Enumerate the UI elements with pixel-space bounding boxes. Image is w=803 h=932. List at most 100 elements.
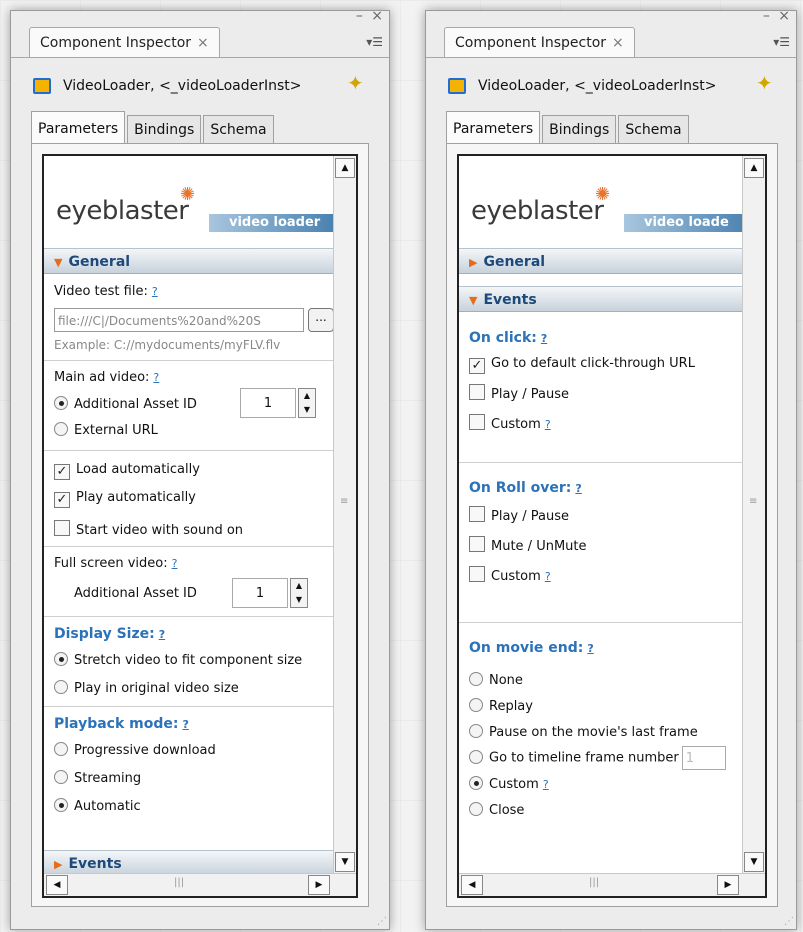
tab-content: eyeblaster ✺ video loade ▶ General ▼ Event… [446, 143, 778, 907]
scroll-grip-icon[interactable]: ≡ [749, 496, 757, 507]
tab-bindings[interactable]: Bindings [542, 115, 617, 144]
close-icon[interactable]: × [371, 9, 383, 23]
radio-original-size[interactable]: Play in original video size [54, 680, 239, 696]
on-movie-end-heading-text: On movie end: [469, 640, 584, 656]
main-asset-value[interactable]: 1 [240, 388, 296, 418]
help-link[interactable]: ? [545, 570, 551, 583]
display-size-heading: Display Size:? [54, 626, 165, 642]
stepper-arrows-icon[interactable]: ▲ ▼ [290, 578, 308, 608]
scroll-right-icon[interactable]: ▶ [308, 875, 330, 895]
scroll-grip-icon[interactable]: ≡ [340, 496, 348, 507]
browse-button[interactable]: ... [308, 308, 334, 332]
radio-stretch[interactable]: Stretch video to fit component size [54, 652, 302, 668]
scroll-right-icon[interactable]: ▶ [717, 875, 739, 895]
panel-title-tab[interactable]: Component Inspector × [29, 27, 220, 58]
expand-arrow-icon: ▶ [54, 858, 63, 871]
help-link[interactable]: ? [545, 418, 551, 431]
checkbox-roll-play-pause[interactable]: Play / Pause [469, 506, 569, 524]
component-label: VideoLoader, <_videoLoaderInst> [63, 78, 302, 94]
help-link[interactable]: ? [172, 557, 178, 570]
checkbox-load-automatically[interactable]: ✓ Load automatically [54, 462, 200, 480]
component-label: VideoLoader, <_videoLoaderInst> [478, 78, 717, 94]
tab-content: eyeblaster ✺ video loader ▼ General Video… [31, 143, 369, 907]
radio-additional-asset[interactable]: Additional Asset ID [54, 396, 197, 412]
scroll-down-icon[interactable]: ▼ [335, 852, 355, 872]
main-ad-video-row: Main ad video:? [54, 370, 159, 385]
help-link[interactable]: ? [153, 371, 159, 384]
tab-schema[interactable]: Schema [618, 115, 689, 144]
close-icon[interactable]: × [778, 9, 790, 23]
resize-grip-icon[interactable]: ⋰ [784, 916, 794, 927]
help-link[interactable]: ? [587, 642, 593, 655]
scroll-left-icon[interactable]: ◀ [46, 875, 68, 895]
fullscreen-asset-value[interactable]: 1 [232, 578, 288, 608]
minimize-icon[interactable]: – [356, 9, 363, 23]
section-general[interactable]: ▼ General [44, 248, 334, 274]
help-link[interactable]: ? [152, 285, 158, 298]
magic-wand-icon[interactable]: ✦ [347, 71, 364, 95]
resize-grip-icon[interactable]: ⋰ [377, 916, 387, 927]
main-asset-stepper[interactable]: 1 ▲ ▼ [240, 388, 316, 418]
checkbox-roll-custom[interactable]: Custom? [469, 566, 551, 584]
divider [44, 450, 334, 451]
component-row: VideoLoader, <_videoLoaderInst> [33, 73, 302, 99]
scroll-up-icon[interactable]: ▲ [335, 158, 355, 178]
scroll-grip-icon[interactable]: ||| [174, 877, 184, 888]
checkbox-roll-mute[interactable]: Mute / UnMute [469, 536, 587, 554]
checkbox-click-default[interactable]: ✓ Go to default click-through URL [469, 356, 695, 374]
video-test-file-input[interactable]: file:///C|/Documents%20and%20S [54, 308, 304, 332]
close-tab-icon[interactable]: × [612, 35, 624, 51]
frame-number-input[interactable]: 1 [681, 746, 726, 770]
tab-parameters[interactable]: Parameters [446, 111, 541, 144]
fullscreen-asset-stepper[interactable]: 1 ▲ ▼ [232, 578, 308, 608]
panel-menu-icon[interactable]: ▾☰ [773, 35, 790, 49]
horizontal-scrollbar[interactable]: ◀ ||| ▶ [459, 873, 765, 896]
radio-end-custom[interactable]: Custom? [469, 776, 549, 792]
scroll-down-icon[interactable]: ▼ [744, 852, 764, 872]
section-events-label: Events [483, 292, 537, 308]
star-logo-icon: ✺ [595, 184, 611, 205]
scroll-grip-icon[interactable]: ||| [589, 877, 599, 888]
scroll-left-icon[interactable]: ◀ [461, 875, 483, 895]
radio-end-none[interactable]: None [469, 672, 523, 688]
checkbox-play-automatically[interactable]: ✓ Play automatically [54, 490, 196, 508]
minimize-icon[interactable]: – [763, 9, 770, 23]
radio-selected-icon [54, 396, 68, 410]
radio-label: Streaming [74, 771, 142, 786]
stepper-arrows-icon[interactable]: ▲ ▼ [298, 388, 316, 418]
scroll-up-icon[interactable]: ▲ [744, 158, 764, 178]
help-link[interactable]: ? [182, 718, 188, 731]
checkbox-start-with-sound[interactable]: Start video with sound on [54, 520, 243, 538]
section-general[interactable]: ▶ General [459, 248, 749, 274]
help-link[interactable]: ? [159, 628, 165, 641]
vertical-scrollbar[interactable]: ▲ ≡ ▼ [333, 156, 356, 874]
radio-end-close[interactable]: Close [469, 802, 524, 818]
close-tab-icon[interactable]: × [197, 35, 209, 51]
section-events[interactable]: ▼ Events [459, 286, 749, 312]
radio-end-goto-frame[interactable]: Go to timeline frame number 1 [469, 746, 726, 770]
tab-bindings[interactable]: Bindings [127, 115, 202, 144]
radio-end-pause-last[interactable]: Pause on the movie's last frame [469, 724, 698, 740]
radio-end-replay[interactable]: Replay [469, 698, 533, 714]
help-link[interactable]: ? [575, 482, 581, 495]
radio-label: Replay [489, 699, 533, 714]
help-link[interactable]: ? [543, 778, 549, 791]
tab-parameters[interactable]: Parameters [31, 111, 126, 144]
checkbox-click-play-pause[interactable]: Play / Pause [469, 384, 569, 402]
panel-title-tab[interactable]: Component Inspector × [444, 27, 635, 58]
magic-wand-icon[interactable]: ✦ [756, 71, 773, 95]
tab-schema[interactable]: Schema [203, 115, 274, 144]
radio-external-url[interactable]: External URL [54, 422, 158, 438]
component-inspector-panel-right: – × ▾☰ Component Inspector × VideoLoader,… [425, 9, 797, 930]
component-icon [33, 78, 51, 94]
horizontal-scrollbar[interactable]: ◀ ||| ▶ [44, 873, 356, 896]
panel-menu-icon[interactable]: ▾☰ [366, 35, 383, 49]
checkbox-click-custom[interactable]: Custom? [469, 414, 551, 432]
radio-progressive[interactable]: Progressive download [54, 742, 216, 758]
checkbox-label: Custom [491, 417, 541, 432]
help-link[interactable]: ? [541, 332, 547, 345]
radio-automatic[interactable]: Automatic [54, 798, 141, 814]
checkbox-label: Play / Pause [491, 387, 569, 402]
vertical-scrollbar[interactable]: ▲ ≡ ▼ [742, 156, 765, 874]
radio-streaming[interactable]: Streaming [54, 770, 141, 786]
